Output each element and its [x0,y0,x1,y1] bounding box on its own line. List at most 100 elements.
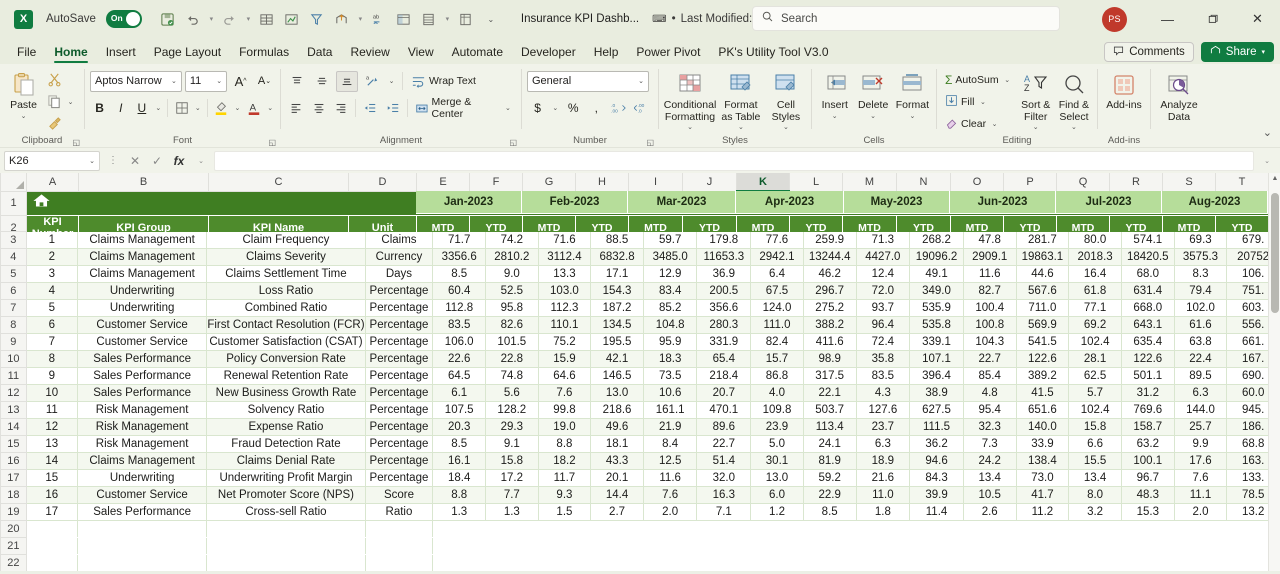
cell-value[interactable]: 2.0 [1174,503,1228,521]
row-header-8[interactable]: 8 [0,316,27,334]
cell-kpi-group[interactable]: Risk Management [77,418,208,436]
cell-value[interactable]: 9.1 [485,435,539,453]
tab-data[interactable]: Data [298,43,341,64]
cell-empty[interactable] [909,520,964,538]
column-header-d[interactable]: D [348,173,417,192]
cell-value[interactable]: 349.0 [909,282,964,300]
addins-button[interactable]: Add-ins [1103,67,1145,112]
italic-button[interactable]: I [111,98,130,119]
cell-value[interactable]: 72.4 [856,333,911,351]
cell-value[interactable]: 8.8 [538,435,592,453]
number-format-select[interactable]: General ⌄ [527,70,649,92]
cell-unit[interactable]: Percentage [365,333,434,351]
row-header-22[interactable]: 22 [0,554,27,571]
cell-value[interactable]: 12.9 [643,265,698,283]
cell-value[interactable]: 22.1 [803,384,857,402]
spelling-icon[interactable]: ab [367,7,391,31]
row-header-13[interactable]: 13 [0,401,27,419]
cell-value[interactable]: 124.0 [750,299,804,317]
cell-value[interactable]: 110.1 [538,316,592,334]
cell-value[interactable]: 74.2 [485,231,539,249]
cell-value[interactable]: 69.2 [1068,316,1122,334]
cell-value[interactable]: 158.7 [1121,418,1175,436]
align-right-button[interactable] [331,98,351,119]
cell-value[interactable]: 7.6 [1174,469,1228,487]
cell-value[interactable]: 11653.3 [696,248,752,266]
row-header-21[interactable]: 21 [0,537,27,555]
increase-indent-button[interactable] [382,98,402,119]
cell-value[interactable]: 36.2 [909,435,964,453]
cell-value[interactable]: 280.3 [696,316,752,334]
name-box-more-icon[interactable]: ⋮ [104,155,122,166]
conditional-formatting-dropdown-icon[interactable]: ⌄ [687,123,693,131]
cell-value[interactable]: 16.4 [1068,265,1122,283]
table-row[interactable]: 8 6 Customer Service First Contact Resoluti… [0,316,1280,334]
sheet2-icon[interactable] [454,7,478,31]
cell-kpi-group[interactable]: Claims Management [77,452,208,470]
cell-value[interactable]: 161.1 [643,401,698,419]
cell-empty[interactable] [538,520,592,538]
cell-value[interactable]: 5.0 [750,435,804,453]
cell-value[interactable]: 1.3 [432,503,486,521]
cell-value[interactable]: 7.6 [643,486,698,504]
cell-empty[interactable] [643,554,698,571]
cell-kpi-name[interactable]: Net Promoter Score (NPS) [206,486,366,504]
cell-value[interactable]: 82.6 [485,316,539,334]
cell-value[interactable]: 41.5 [1016,384,1070,402]
undo-dropdown-icon[interactable]: ▾ [206,7,217,31]
cell-value[interactable]: 128.2 [485,401,539,419]
cell-kpi-name[interactable]: Claims Denial Rate [206,452,366,470]
cut-button[interactable] [44,69,79,90]
row-header-6[interactable]: 6 [0,282,27,300]
row-header-17[interactable]: 17 [0,469,27,487]
cell-value[interactable]: 22.7 [696,435,752,453]
redo-icon[interactable] [218,7,242,31]
cell-value[interactable]: 9.0 [485,265,539,283]
cell-kpi-group[interactable]: Claims Management [77,248,208,266]
tab-formulas[interactable]: Formulas [230,43,298,64]
cell-value[interactable]: 15.8 [485,452,539,470]
table-row[interactable]: 12 10 Sales Performance New Business Growth… [0,384,1280,402]
cell-value[interactable]: 218.6 [590,401,644,419]
cell-value[interactable]: 35.8 [856,350,911,368]
column-header-q[interactable]: Q [1056,173,1110,192]
cell-value[interactable]: 10.5 [963,486,1017,504]
cell-value[interactable]: 13.4 [963,469,1017,487]
cell-unit[interactable]: Score [365,486,434,504]
cell-empty[interactable] [26,520,78,538]
cell-value[interactable]: 93.7 [856,299,911,317]
cell-kpi-group[interactable]: Risk Management [77,401,208,419]
borders-dropdown-icon[interactable]: ⌄ [193,104,203,112]
column-header-a[interactable]: A [26,173,79,192]
currency-format-button[interactable]: $ [527,98,548,119]
cell-value[interactable]: 10.6 [643,384,698,402]
font-name-select[interactable]: Aptos Narrow ⌄ [90,70,182,92]
cell-value[interactable]: 356.6 [696,299,752,317]
cell-empty[interactable] [1121,537,1175,555]
cell-value[interactable]: 16.3 [696,486,752,504]
cell-value[interactable]: 36.9 [696,265,752,283]
copy-button[interactable]: ⌄ [44,91,79,112]
column-header-h[interactable]: H [575,173,629,192]
cell-empty[interactable] [963,537,1017,555]
restore-button[interactable] [1190,0,1235,38]
cell-value[interactable]: 73.0 [1016,469,1070,487]
cell-value[interactable]: 22.9 [803,486,857,504]
cell-value[interactable]: 30.1 [750,452,804,470]
cell-empty[interactable] [696,537,752,555]
cell-value[interactable]: 24.1 [803,435,857,453]
cell-kpi-number[interactable]: 4 [26,282,78,300]
cell-value[interactable]: 122.6 [1121,350,1175,368]
cell-unit[interactable]: Percentage [365,350,434,368]
cell-value[interactable]: 81.9 [803,452,857,470]
format-painter-button[interactable] [44,113,79,134]
cell-value[interactable]: 2018.3 [1068,248,1122,266]
cell-value[interactable]: 574.1 [1121,231,1175,249]
cell-value[interactable]: 4.3 [856,384,911,402]
cell-value[interactable]: 104.8 [643,316,698,334]
cell-value[interactable]: 62.5 [1068,367,1122,385]
table-row[interactable]: 14 12 Risk Management Expense Ratio Percenta… [0,418,1280,436]
cell-value[interactable]: 8.0 [1068,486,1122,504]
empty-row[interactable]: 20 [0,520,1280,538]
cell-value[interactable]: 112.8 [432,299,486,317]
